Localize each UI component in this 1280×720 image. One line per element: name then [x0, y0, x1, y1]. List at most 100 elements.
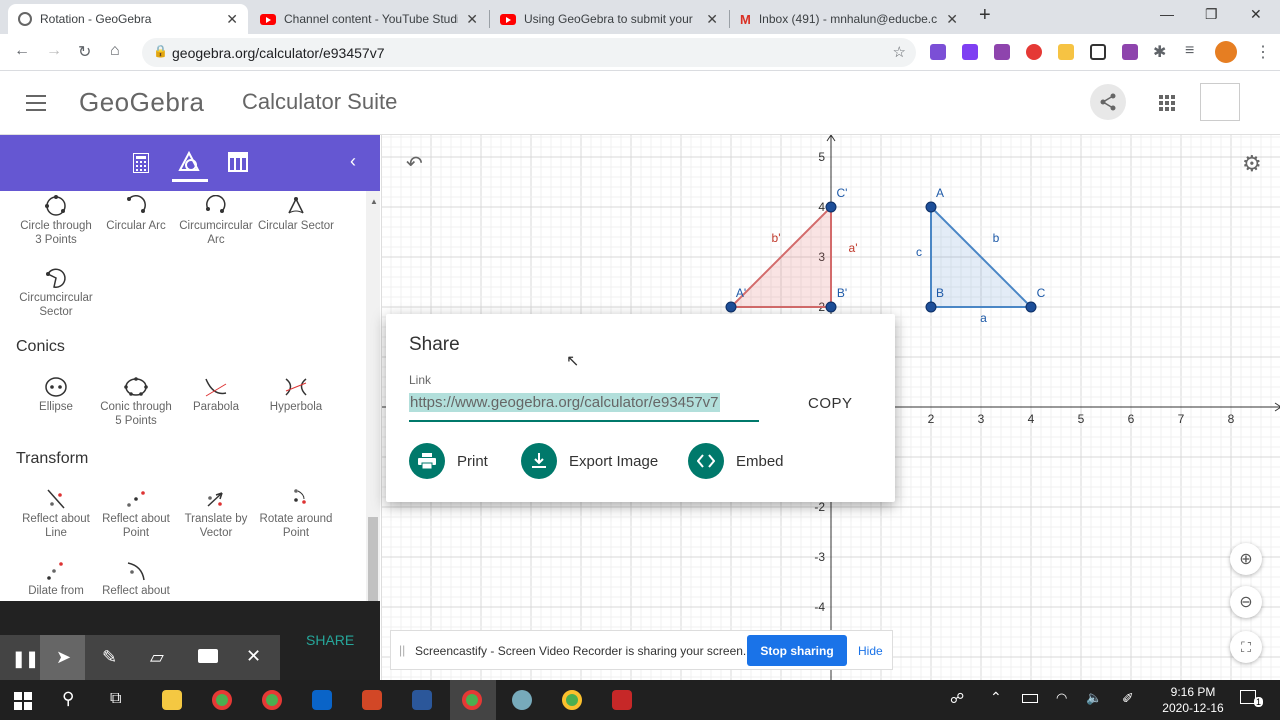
chevron-up-icon[interactable]: ⌃	[990, 689, 1002, 706]
extension-icon[interactable]	[1026, 44, 1042, 60]
copy-button[interactable]: COPY	[808, 395, 853, 412]
tools-tab-icon[interactable]	[178, 151, 200, 173]
undo-icon[interactable]: ↶	[406, 151, 423, 176]
tab-geogebra[interactable]: Rotation - GeoGebra ✕	[8, 4, 248, 34]
people-icon[interactable]: ☍	[950, 690, 964, 707]
reload-icon[interactable]: ↻	[78, 42, 91, 62]
tool-circle-3-points[interactable]: Circle through 3 Points	[16, 193, 96, 247]
collapse-chevron-icon[interactable]: ‹	[350, 151, 356, 172]
tab-gmail[interactable]: M Inbox (491) - mnhalun@educbe.c ✕	[730, 4, 968, 34]
tool-reflect-line[interactable]: Reflect about Line	[16, 486, 96, 540]
tool-circumcircular-arc[interactable]: Circumcircular Arc	[176, 193, 256, 247]
close-icon[interactable]: ✕	[946, 11, 958, 28]
chrome-icon[interactable]	[262, 690, 282, 710]
geogebra-logo[interactable]: GeoGebra	[79, 87, 204, 118]
grid-extension-icon[interactable]	[1090, 44, 1106, 60]
extension-icon[interactable]	[962, 44, 978, 60]
word-icon[interactable]	[412, 690, 432, 710]
minimize-button[interactable]: —	[1160, 6, 1174, 22]
chrome-active-icon[interactable]	[462, 690, 482, 710]
youtube-icon	[500, 13, 516, 25]
pen-workspace-icon[interactable]: ✐	[1122, 690, 1134, 707]
outlook-icon[interactable]	[312, 690, 332, 710]
home-icon[interactable]: ⌂	[110, 42, 120, 60]
tool-rotate-point[interactable]: Rotate around Point	[256, 486, 336, 540]
restore-button[interactable]: ❐	[1205, 6, 1218, 23]
close-icon[interactable]: ✕	[466, 11, 478, 28]
close-icon[interactable]: ✕	[246, 646, 261, 667]
clock[interactable]: 9:16 PM 2020-12-16	[1153, 684, 1233, 716]
tool-circumcircular-sector[interactable]: Circumcircular Sector	[16, 265, 96, 319]
bookmark-star-icon[interactable]: ☆	[893, 43, 906, 61]
forward-icon[interactable]: →	[46, 42, 62, 60]
extension-icon[interactable]	[1122, 44, 1138, 60]
back-icon[interactable]: ←	[14, 42, 30, 60]
pause-icon[interactable]: ❚❚	[12, 649, 39, 669]
tool-circular-arc[interactable]: Circular Arc	[96, 193, 176, 233]
fullscreen-button[interactable]: ⛶	[1230, 631, 1262, 663]
link-field[interactable]: https://www.geogebra.org/calculator/e934…	[409, 393, 759, 422]
notification-count: 1	[1254, 697, 1264, 707]
camera-icon[interactable]	[198, 649, 218, 663]
tool-circular-sector[interactable]: Circular Sector	[256, 193, 336, 233]
eraser-icon[interactable]: ▱	[150, 647, 164, 668]
tool-reflect-point[interactable]: Reflect about Point	[96, 486, 176, 540]
extension-icon[interactable]	[1058, 44, 1074, 60]
close-window-button[interactable]: ✕	[1250, 6, 1262, 23]
extension-icon[interactable]	[930, 44, 946, 60]
export-image-button[interactable]: Export Image	[521, 443, 658, 479]
app-icon[interactable]	[512, 690, 532, 710]
windows-start-icon[interactable]	[14, 692, 32, 710]
media-icon[interactable]: ≡	[1185, 42, 1194, 60]
link-label: Link	[409, 373, 432, 387]
point	[1025, 301, 1037, 313]
avatar[interactable]	[1215, 41, 1237, 63]
powerpoint-icon[interactable]	[362, 690, 382, 710]
cursor-tool-icon[interactable]: ➤	[56, 647, 71, 668]
tool-reflect-circle[interactable]: Reflect about	[96, 558, 176, 598]
extension-icon[interactable]	[994, 44, 1010, 60]
tool-hyperbola[interactable]: Hyperbola	[256, 374, 336, 414]
pen-icon[interactable]: ✎	[102, 647, 117, 668]
calculator-tab-icon[interactable]	[133, 153, 149, 173]
share-link[interactable]: SHARE	[306, 632, 354, 648]
puzzle-icon[interactable]: ✱	[1153, 42, 1166, 62]
stop-sharing-button[interactable]: Stop sharing	[747, 635, 847, 666]
settings-gear-icon[interactable]: ⚙	[1242, 151, 1262, 177]
acrobat-icon[interactable]	[612, 690, 632, 710]
drag-handle-icon[interactable]: ||	[399, 643, 405, 657]
apps-grid-icon[interactable]	[1159, 95, 1175, 111]
scrollbar[interactable]: ▲	[366, 191, 380, 601]
tab-title: Rotation - GeoGebra	[40, 12, 152, 26]
youtube-icon	[260, 13, 276, 25]
share-button[interactable]	[1090, 84, 1126, 120]
menu-dots-icon[interactable]: ⋮	[1255, 42, 1271, 62]
user-avatar[interactable]	[1200, 83, 1240, 121]
address-bar[interactable]: 🔒 geogebra.org/calculator/e93457v7 ☆	[142, 38, 916, 67]
close-icon[interactable]: ✕	[706, 11, 718, 28]
tab-youtube-studio[interactable]: Channel content - YouTube Studi ✕	[250, 4, 488, 34]
tool-ellipse[interactable]: Ellipse	[16, 374, 96, 414]
print-button[interactable]: Print	[409, 443, 488, 479]
battery-icon[interactable]	[1022, 694, 1038, 703]
volume-icon[interactable]: 🔈	[1086, 690, 1102, 706]
tool-dilate[interactable]: Dilate from	[16, 558, 96, 598]
tool-translate-vector[interactable]: Translate by Vector	[176, 486, 256, 540]
hide-button[interactable]: Hide	[858, 644, 883, 658]
embed-button[interactable]: Embed	[688, 443, 784, 479]
table-tab-icon[interactable]	[228, 152, 248, 172]
search-icon[interactable]: ⚲	[62, 689, 74, 709]
tool-parabola[interactable]: Parabola	[176, 374, 256, 414]
task-view-icon[interactable]: ⧉	[110, 690, 121, 708]
file-explorer-icon[interactable]	[162, 690, 182, 710]
zoom-out-button[interactable]: ⊖	[1230, 586, 1262, 618]
chrome-icon[interactable]	[562, 690, 582, 710]
zoom-in-button[interactable]: ⊕	[1230, 543, 1262, 575]
tool-conic-5-points[interactable]: Conic through 5 Points	[96, 374, 176, 428]
close-icon[interactable]: ✕	[226, 11, 238, 28]
wifi-icon[interactable]: ◠	[1056, 690, 1067, 706]
new-tab-button[interactable]: +	[979, 4, 991, 27]
tab-youtube-video[interactable]: Using GeoGebra to submit your ✕	[490, 4, 728, 34]
chrome-icon[interactable]	[212, 690, 232, 710]
hamburger-menu-icon[interactable]	[26, 95, 46, 111]
